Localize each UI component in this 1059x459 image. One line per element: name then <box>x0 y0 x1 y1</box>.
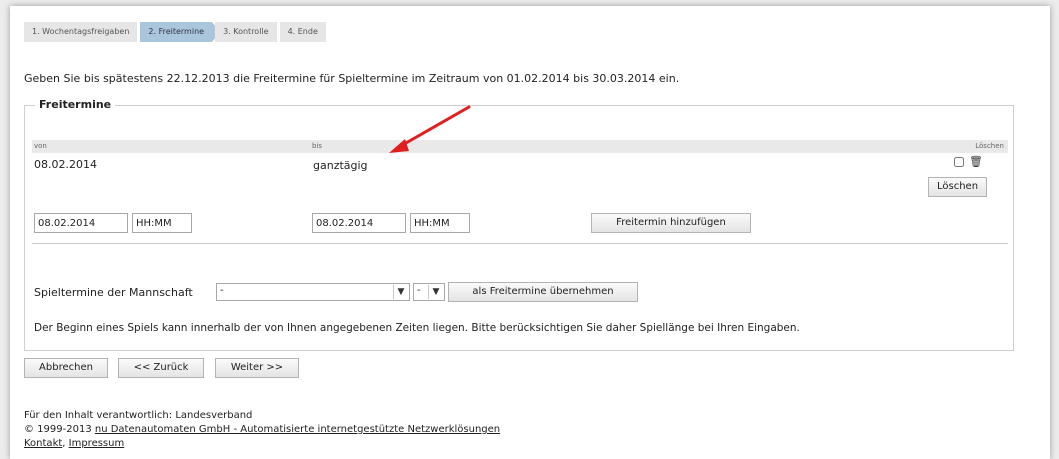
cancel-button[interactable]: Abbrechen <box>24 358 108 378</box>
back-button[interactable]: << Zurück <box>118 358 204 378</box>
fieldset-legend: Freitermine <box>35 98 116 111</box>
footer-copyright: © 1999-2013 nu Datenautomaten GmbH - Aut… <box>24 424 500 435</box>
freitermine-fieldset: Freitermine von bis Löschen 08.02.2014 g… <box>24 98 1014 351</box>
wizard-steps: 1. Wochentagsfreigaben 2. Freitermine 3.… <box>24 22 329 42</box>
column-header-delete: Löschen <box>975 142 1004 150</box>
contact-link[interactable]: Kontakt <box>24 438 62 449</box>
row-from-date: 08.02.2014 <box>34 158 97 171</box>
footer-responsible: Für den Inhalt verantwortlich: Landesver… <box>24 410 253 421</box>
trash-icon[interactable]: 🗑 <box>969 155 983 168</box>
page: 1. Wochentagsfreigaben 2. Freitermine 3.… <box>10 6 1050 459</box>
step-ende[interactable]: 4. Ende <box>279 22 326 42</box>
step-wochentagsfreigaben[interactable]: 1. Wochentagsfreigaben <box>24 22 138 42</box>
team-option-value: - <box>417 285 421 296</box>
company-link[interactable]: nu Datenautomaten GmbH - Automatisierte … <box>95 424 500 435</box>
from-time-input[interactable] <box>132 213 192 233</box>
next-button[interactable]: Weiter >> <box>215 358 299 378</box>
delete-button[interactable]: Löschen <box>928 177 988 197</box>
team-select-value: - <box>220 285 224 296</box>
table-header: von bis Löschen <box>32 140 1008 153</box>
chevron-down-icon: ▼ <box>428 285 443 299</box>
apply-freitermine-button[interactable]: als Freitermine übernehmen <box>448 282 638 302</box>
separator-line <box>32 243 1008 244</box>
to-date-input[interactable] <box>312 213 406 233</box>
chevron-down-icon: ▼ <box>393 285 408 299</box>
footer-links: Kontakt, Impressum <box>24 438 124 449</box>
step-kontrolle[interactable]: 3. Kontrolle <box>215 22 277 42</box>
to-time-input[interactable] <box>410 213 470 233</box>
row-to-value: ganztägig <box>313 159 368 172</box>
mannschaft-label: Spieltermine der Mannschaft <box>34 286 193 299</box>
row-delete-checkbox[interactable] <box>954 157 964 167</box>
team-option-select[interactable]: - ▼ <box>413 283 445 301</box>
add-freitermin-button[interactable]: Freitermin hinzufügen <box>591 213 751 233</box>
copyright-prefix: © 1999-2013 <box>24 424 95 435</box>
step-freitermine[interactable]: 2. Freitermine <box>140 22 220 42</box>
imprint-link[interactable]: Impressum <box>69 438 125 449</box>
column-header-from: von <box>34 142 47 150</box>
hint-text: Der Beginn eines Spiels kann innerhalb d… <box>34 322 800 334</box>
column-header-to: bis <box>312 142 323 150</box>
annotation-arrow-icon <box>389 105 471 153</box>
from-date-input[interactable] <box>34 213 128 233</box>
intro-text: Geben Sie bis spätestens 22.12.2013 die … <box>24 72 680 85</box>
team-select[interactable]: - ▼ <box>216 283 410 301</box>
